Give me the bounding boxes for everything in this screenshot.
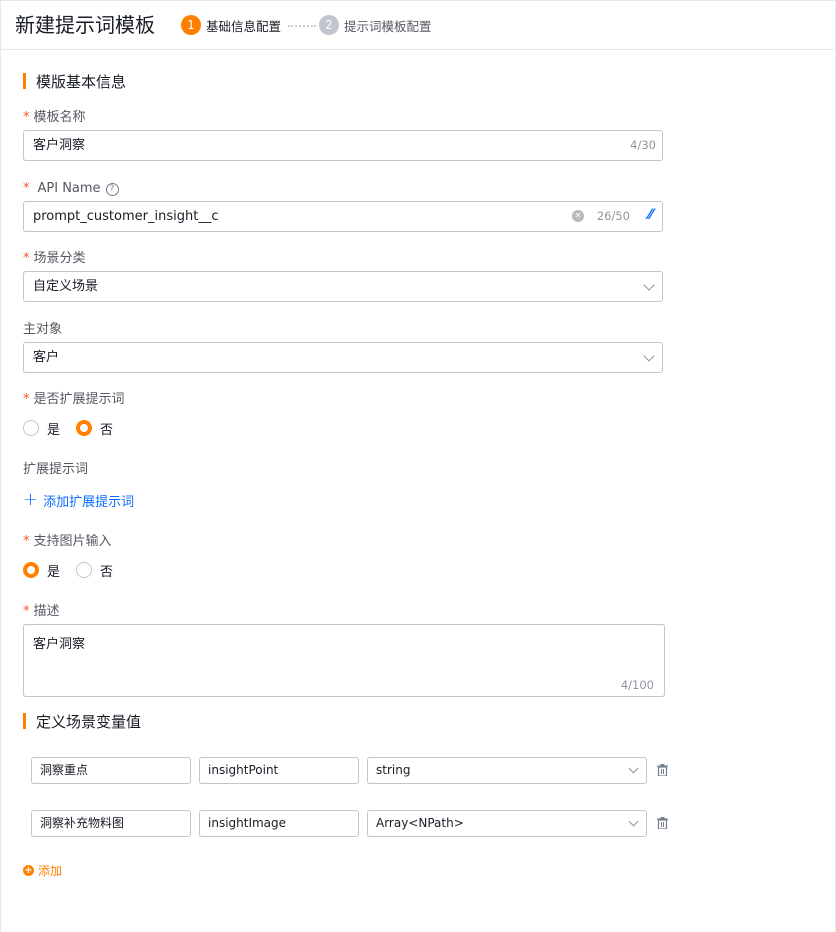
section-text: 模版基本信息 [36,72,127,91]
template-name-label: * 模板名称 [23,110,86,125]
radio-image-yes[interactable]: 是 [23,561,60,580]
radio-extend-no[interactable]: 否 [76,419,113,438]
main-object-select[interactable]: 客户 [23,342,663,373]
char-counter: 4/100 [620,678,654,692]
description-textarea[interactable]: 客户洞察 4/100 [23,624,665,697]
step-label: 提示词模板配置 [344,18,432,34]
chevron-down-icon [628,763,639,774]
variable-name-input[interactable]: 洞察重点 [31,757,191,784]
radio-circle-checked [76,420,93,436]
step-label: 基础信息配置 [206,18,282,34]
magic-wand-icon[interactable]: ⁄⁄ [648,207,653,223]
trash-icon[interactable] [657,764,668,776]
radio-circle [23,420,39,436]
section-accent-bar [23,713,26,729]
chevron-down-icon [643,350,655,362]
chevron-down-icon [628,816,639,827]
radio-circle-checked [23,562,39,578]
section-accent-bar [23,73,26,89]
variable-api-input[interactable]: insightImage [199,810,359,837]
template-name-input[interactable]: 客户洞察 4/30 [23,130,663,161]
variable-api-input[interactable]: insightPoint [199,757,359,784]
main-object-label: 主对象 [23,322,63,337]
add-variable-button[interactable]: + 添加 [23,862,62,878]
add-extend-prompt-link[interactable]: + 添加扩展提示词 [23,489,134,510]
page-header: 新建提示词模板 1 基础信息配置 2 提示词模板配置 [0,0,836,50]
variable-type-select[interactable]: string [367,757,647,784]
extend-prompt-radio-group: 是 否 [23,419,129,438]
variable-name-input[interactable]: 洞察补充物料图 [31,810,191,837]
variable-type-select[interactable]: Array<NPath> [367,810,647,837]
step-prompt-config[interactable]: 2 提示词模板配置 [319,15,432,35]
char-counter: 4/30 [630,138,656,152]
radio-image-no[interactable]: 否 [76,561,113,580]
image-input-radio-group: 是 否 [23,561,129,580]
scene-select[interactable]: 自定义场景 [23,271,663,302]
step-number: 2 [319,15,339,35]
help-icon[interactable]: ? [105,182,119,196]
extend-words-label: 扩展提示词 [23,462,89,477]
page-title: 新建提示词模板 [15,13,155,37]
image-input-label: * 支持图片输入 [23,534,112,549]
step-connector [288,25,316,27]
step-basic-info[interactable]: 1 基础信息配置 [181,15,281,35]
scene-label: * 场景分类 [23,251,86,266]
section-title-vars: 定义场景变量值 [23,712,142,731]
step-number: 1 [181,15,201,35]
plus-circle-icon: + [23,864,34,876]
radio-circle [76,562,93,578]
api-name-input[interactable]: prompt_customer_insight__c ✕ 26/50 ⁄⁄ [23,201,663,232]
chevron-down-icon [643,279,655,291]
description-label: * 描述 [23,604,60,619]
section-text: 定义场景变量值 [36,712,142,731]
radio-extend-yes[interactable]: 是 [23,419,60,438]
section-title-basic: 模版基本信息 [23,72,127,91]
trash-icon[interactable] [657,817,668,829]
char-counter: 26/50 [596,209,630,223]
clear-icon[interactable]: ✕ [572,210,584,222]
extend-prompt-label: * 是否扩展提示词 [23,392,125,407]
plus-icon: + [23,489,39,510]
api-name-label: * API Name ? [23,180,119,198]
